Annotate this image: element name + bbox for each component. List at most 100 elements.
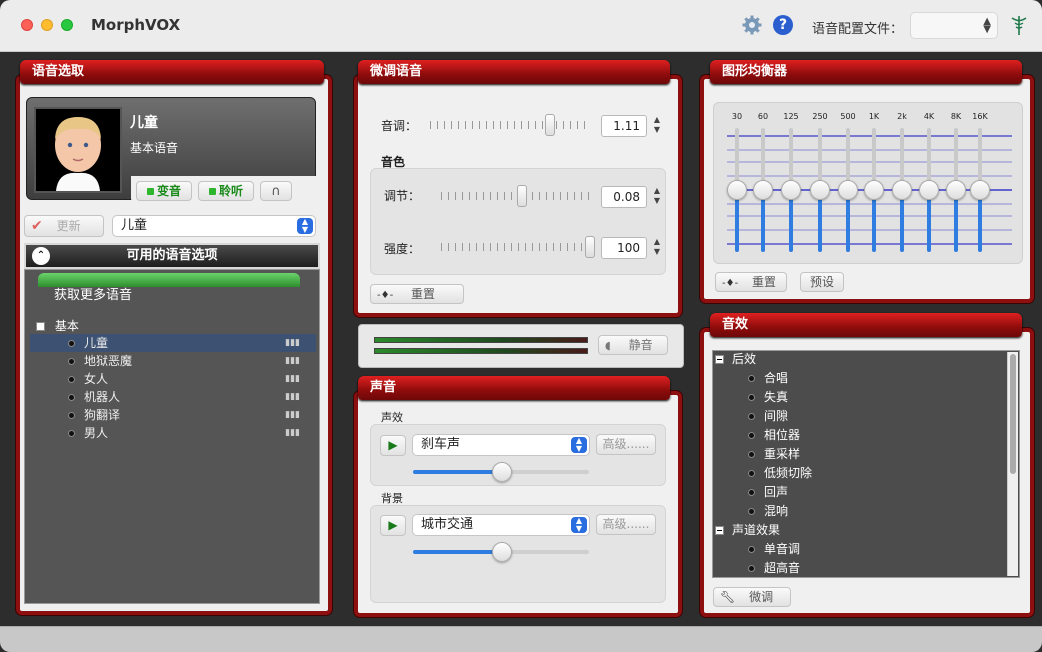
- collapse-icon[interactable]: ⌃: [32, 247, 50, 265]
- effect-item[interactable]: 失真: [714, 388, 1004, 407]
- voice-group-basic[interactable]: 基本: [36, 317, 79, 333]
- gear-icon[interactable]: [742, 15, 762, 35]
- voice-item[interactable]: 男人 ▮▮▮: [30, 424, 316, 442]
- effects-scroll-thumb[interactable]: [1010, 354, 1016, 474]
- eq-preset-button[interactable]: 预设: [800, 272, 844, 292]
- effect-item[interactable]: 间隙: [714, 407, 1004, 426]
- effect-item[interactable]: 混响: [714, 502, 1004, 521]
- signal-bars-icon: ▮▮▮: [285, 392, 300, 402]
- strength-stepper[interactable]: ▲ ▼: [651, 237, 663, 259]
- eq-slider[interactable]: [727, 180, 747, 200]
- eq-band-label: 2k: [897, 112, 907, 121]
- available-voices-title: 可用的语音选项: [126, 248, 218, 263]
- voice-dot-icon: [68, 430, 75, 437]
- tweak-reset-button[interactable]: -♦- 重置: [370, 284, 464, 304]
- voice-type: 基本语音: [130, 141, 179, 155]
- effect-play-button[interactable]: ▶: [380, 435, 406, 456]
- background-play-button[interactable]: ▶: [380, 515, 406, 536]
- background-advanced-button[interactable]: 高级......: [596, 514, 656, 535]
- effects-tweak-button[interactable]: 🔧︎ 微调: [713, 587, 791, 607]
- effects-header: 音效: [710, 313, 1022, 337]
- voice-item[interactable]: 机器人 ▮▮▮: [30, 388, 316, 406]
- effect-volume-slider[interactable]: [492, 462, 512, 482]
- chevron-updown-icon: ▲ ▼: [571, 517, 587, 533]
- effect-item[interactable]: 合唱: [714, 369, 1004, 388]
- background-select[interactable]: 城市交通 ▲ ▼: [412, 514, 590, 536]
- eq-slider[interactable]: [892, 180, 912, 200]
- adjust-value-field[interactable]: 0.08: [601, 186, 647, 208]
- collapse-box-icon[interactable]: [715, 355, 724, 364]
- effect-item[interactable]: 相位器: [714, 426, 1004, 445]
- eq-reset-button[interactable]: -♦- 重置: [715, 272, 787, 292]
- effect-item[interactable]: 低频切除: [714, 464, 1004, 483]
- close-window-button[interactable]: [21, 19, 33, 31]
- adjust-slider[interactable]: [517, 185, 527, 207]
- voice-item-label: 男人: [84, 426, 109, 440]
- eq-slider[interactable]: [970, 180, 990, 200]
- get-more-voices-label[interactable]: 获取更多语音: [54, 284, 132, 303]
- effect-item[interactable]: 超高音: [714, 559, 1004, 578]
- effect-item[interactable]: 单音调: [714, 540, 1004, 559]
- effect-item-label: 重采样: [764, 447, 801, 461]
- pitch-value-field[interactable]: 1.11: [601, 115, 647, 137]
- minimize-window-button[interactable]: [41, 19, 53, 31]
- waveform-icon: -♦-: [377, 290, 394, 301]
- eq-slider[interactable]: [864, 180, 884, 200]
- collapse-box-icon[interactable]: [715, 526, 724, 535]
- app-title: MorphVOX: [91, 16, 181, 34]
- adjust-stepper[interactable]: ▲ ▼: [651, 186, 663, 208]
- adjust-label: 调节：: [384, 189, 421, 203]
- eq-slider[interactable]: [919, 180, 939, 200]
- voice-item-label: 女人: [84, 372, 109, 386]
- caduceus-icon[interactable]: [1011, 14, 1027, 36]
- voice-item-label: 儿童: [84, 336, 109, 350]
- effect-dot-icon: [748, 451, 755, 458]
- eq-slider[interactable]: [753, 180, 773, 200]
- effect-dot-icon: [748, 565, 755, 572]
- update-button[interactable]: ✔ 更新: [24, 215, 104, 237]
- eq-slider[interactable]: [810, 180, 830, 200]
- available-voices-header[interactable]: ⌃ 可用的语音选项: [24, 243, 320, 269]
- effects-scrollbar[interactable]: [1007, 352, 1018, 576]
- listen-label: 聆听: [218, 184, 243, 198]
- strength-value-field[interactable]: 100: [601, 237, 647, 259]
- background-volume-slider[interactable]: [492, 542, 512, 562]
- help-icon[interactable]: ?: [773, 15, 793, 35]
- effect-item-label: 超高音: [764, 561, 801, 575]
- effect-advanced-button[interactable]: 高级......: [596, 434, 656, 455]
- pitch-slider[interactable]: [545, 114, 555, 136]
- collapse-box-icon[interactable]: [36, 322, 45, 331]
- chevron-updown-icon: ▲ ▼: [297, 218, 313, 234]
- signal-bars-icon: ▮▮▮: [285, 356, 300, 366]
- tweak-voice-header: 微调语音: [358, 60, 670, 84]
- voice-item-label: 狗翻译: [84, 408, 121, 422]
- voice-select-header: 语音选取: [20, 60, 324, 84]
- effect-item-label: 间隙: [764, 409, 789, 423]
- eq-slider[interactable]: [838, 180, 858, 200]
- current-voice-select[interactable]: 儿童 ▲ ▼: [112, 215, 316, 237]
- voice-item[interactable]: 地狱恶魔 ▮▮▮: [30, 352, 316, 370]
- voice-dot-icon: [68, 412, 75, 419]
- speaker-icon: ◖: [605, 339, 611, 352]
- mute-button[interactable]: ◖ 静音: [598, 335, 668, 355]
- voice-item[interactable]: 狗翻译 ▮▮▮: [30, 406, 316, 424]
- headphones-button[interactable]: ∩: [260, 181, 292, 201]
- effect-dot-icon: [748, 470, 755, 477]
- pitch-stepper[interactable]: ▲ ▼: [651, 115, 663, 137]
- signal-bars-icon: ▮▮▮: [285, 410, 300, 420]
- effect-item[interactable]: 回声: [714, 483, 1004, 502]
- voice-item-selected[interactable]: 儿童 ▮▮▮: [30, 334, 316, 352]
- eq-slider[interactable]: [946, 180, 966, 200]
- effects-label: 声效: [381, 411, 403, 424]
- sound-effect-select[interactable]: 刹车声 ▲ ▼: [412, 434, 590, 456]
- signal-bars-icon: ▮▮▮: [285, 338, 300, 348]
- effect-item[interactable]: 重采样: [714, 445, 1004, 464]
- voice-profile-select[interactable]: ▲ ▼: [910, 12, 998, 39]
- eq-slider[interactable]: [781, 180, 801, 200]
- zoom-window-button[interactable]: [61, 19, 73, 31]
- listen-button[interactable]: 聆听: [198, 181, 254, 201]
- morph-button[interactable]: 变音: [136, 181, 192, 201]
- play-icon: ▶: [388, 518, 398, 532]
- strength-slider[interactable]: [585, 236, 595, 258]
- voice-item[interactable]: 女人 ▮▮▮: [30, 370, 316, 388]
